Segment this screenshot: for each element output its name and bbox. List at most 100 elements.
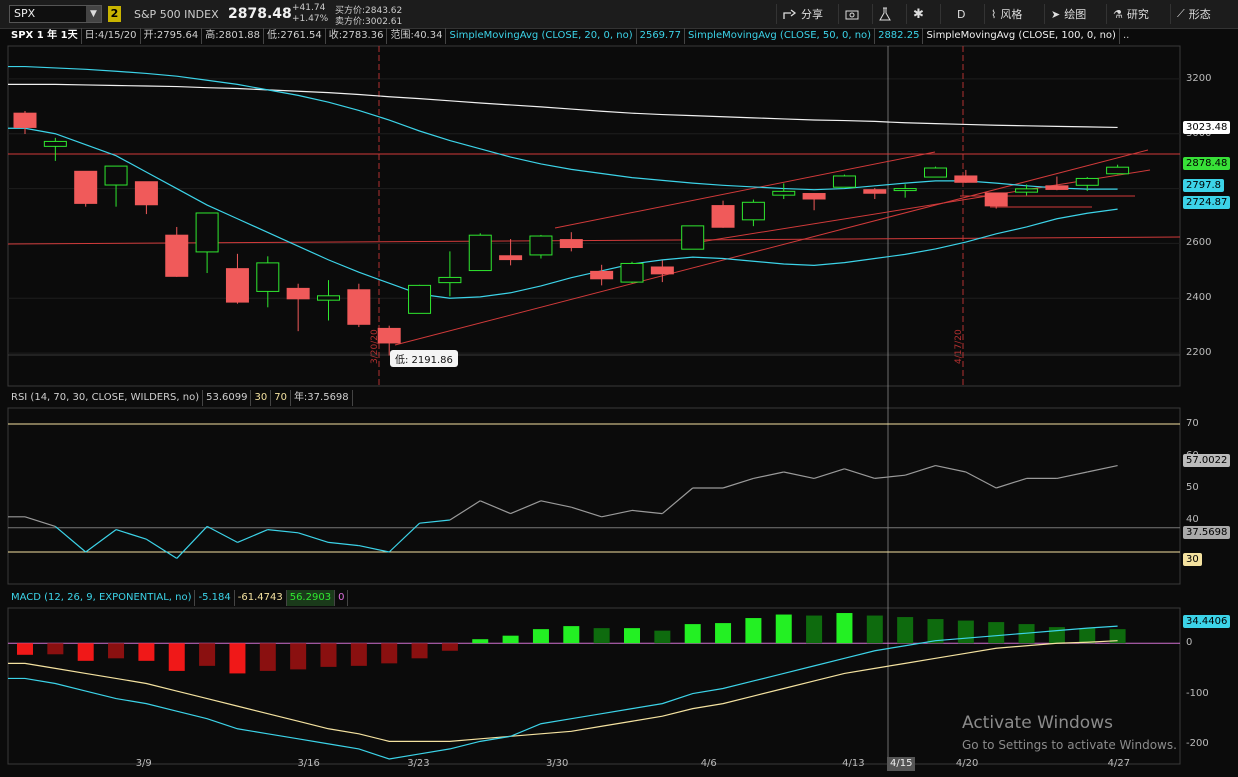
rsi-year-value: 年:37.5698 xyxy=(291,390,353,406)
rsi-tick-label: 40 xyxy=(1186,514,1199,525)
symbol-dropdown-icon[interactable]: ▼ xyxy=(86,6,101,22)
macd-histogram-bar xyxy=(988,622,1005,644)
sma20-value: 2569.77 xyxy=(637,28,685,44)
price-tick-label: 2200 xyxy=(1186,347,1212,359)
index-name: S&P 500 INDEX xyxy=(134,8,219,21)
price-panel xyxy=(7,45,1181,387)
rsi-value: 53.6099 xyxy=(203,390,252,406)
candle-body xyxy=(468,234,492,272)
sma20-study[interactable]: SimpleMovingAvg (CLOSE, 20, 0, no) xyxy=(446,28,637,44)
drawing-button[interactable]: ➤ 绘图 xyxy=(1044,4,1102,24)
macd-histogram-bar xyxy=(350,643,367,666)
macd-diff: 56.2903 xyxy=(286,590,336,606)
sma20-axis-label: 2724.87 xyxy=(1183,196,1231,209)
candle-body xyxy=(408,284,432,314)
style-icon: ⌇ xyxy=(991,7,997,21)
macd-zero: 0 xyxy=(335,590,349,606)
studies-button[interactable]: ⚗ 研究 xyxy=(1106,4,1166,24)
candle-body xyxy=(225,268,249,303)
macd-histogram-bar xyxy=(320,643,337,667)
macd-histogram-bar xyxy=(259,643,276,671)
time-tick-label: 4/6 xyxy=(700,758,717,769)
candle-body xyxy=(286,287,310,300)
style-button[interactable]: ⌇ 风格 xyxy=(984,4,1040,24)
flask-icon xyxy=(879,7,891,21)
time-tick-label: 3/30 xyxy=(545,758,569,769)
macd-histogram-bar xyxy=(138,643,155,661)
candle-body xyxy=(43,140,67,147)
macd-histogram-bar xyxy=(1079,628,1096,644)
candle-body xyxy=(984,192,1008,207)
candle-body xyxy=(1015,188,1039,193)
last-price: 2878.48 xyxy=(228,6,292,22)
macd-histogram-bar xyxy=(957,620,974,644)
sma50-study[interactable]: SimpleMovingAvg (CLOSE, 50, 0, no) xyxy=(685,28,876,44)
macd-avg: -61.4743 xyxy=(235,590,287,606)
date-marker-text: 4/17/20 xyxy=(954,329,964,364)
bar-range: 范围:40.34 xyxy=(387,28,447,44)
rsi-level-70: 70 xyxy=(271,390,291,406)
camera-icon xyxy=(845,10,859,20)
net-change: +41.74 xyxy=(292,3,326,13)
chart-canvas[interactable]: 3/20/20 4/17/20 xyxy=(0,44,1238,777)
snapshot-button[interactable] xyxy=(838,4,868,24)
candle-body xyxy=(195,212,219,253)
candle-body xyxy=(104,165,128,186)
studies-header: SPX 1 年 1天 日:4/15/20 开:2795.64 高:2801.88 低:2… xyxy=(8,28,1180,44)
candle-body xyxy=(863,189,887,194)
more-indicator[interactable]: .. xyxy=(1120,28,1132,44)
time-tick-label: 3/9 xyxy=(135,758,152,769)
flask-button[interactable] xyxy=(872,4,902,24)
candle-body xyxy=(499,255,523,261)
price-tick-label: 2400 xyxy=(1186,292,1212,304)
rsi-panel xyxy=(7,407,1181,585)
time-tick-label: 4/20 xyxy=(955,758,979,769)
sma100-axis-label: 3023.48 xyxy=(1183,121,1231,134)
price-tick-label: 2600 xyxy=(1186,237,1212,249)
patterns-button[interactable]: ⟋ 形态 xyxy=(1170,4,1232,24)
candle-body xyxy=(256,262,280,292)
candle-body xyxy=(741,201,765,221)
candle-body xyxy=(893,188,917,192)
candle-body xyxy=(1106,166,1130,175)
aggregation-button[interactable]: D xyxy=(940,4,980,24)
candle-body xyxy=(438,276,462,284)
candle-body xyxy=(317,295,340,301)
low-price-bubble: 低: 2191.86 xyxy=(390,350,458,367)
candle-body xyxy=(529,235,553,256)
share-label: 分享 xyxy=(801,8,823,21)
macd-header: MACD (12, 26, 9, EXPONENTIAL, no) -5.184-… xyxy=(8,590,349,606)
candle-body xyxy=(802,193,826,200)
macd-study-name[interactable]: MACD (12, 26, 9, EXPONENTIAL, no) xyxy=(8,590,196,606)
price-tick-label: 3200 xyxy=(1186,72,1212,84)
candle-body xyxy=(13,112,37,128)
time-tick-label: 3/23 xyxy=(407,758,430,769)
macd-histogram-bar xyxy=(775,614,792,644)
link-badge[interactable]: 2 xyxy=(108,6,121,22)
sma50-value: 2882.25 xyxy=(875,28,924,44)
settings-button[interactable]: ✱ xyxy=(906,4,936,24)
drawing-label: 绘图 xyxy=(1064,8,1087,21)
macd-tick-label: -100 xyxy=(1186,687,1209,699)
macd-histogram-bar xyxy=(168,643,185,671)
share-button[interactable]: 分享 xyxy=(776,4,834,24)
macd-histogram-bar xyxy=(17,643,33,655)
bar-low: 低:2761.54 xyxy=(264,28,326,44)
style-label: 风格 xyxy=(1000,8,1023,21)
macd-histogram-bar xyxy=(411,643,428,659)
candle-body xyxy=(924,167,947,178)
candle-body xyxy=(347,289,371,325)
candle-body xyxy=(74,170,98,204)
rsi-study-name[interactable]: RSI (14, 70, 30, CLOSE, WILDERS, no) xyxy=(8,390,204,406)
rsi-tick-label: 50 xyxy=(1186,482,1199,493)
candle-body xyxy=(620,262,644,283)
top-toolbar: SPX ▼ 2 S&P 500 INDEX 2878.48 +41.74 +1.… xyxy=(0,0,1238,29)
watermark-subtitle: Go to Settings to activate Windows. xyxy=(962,738,1177,752)
sma100-study[interactable]: SimpleMovingAvg (CLOSE, 100, 0, no) xyxy=(923,28,1120,44)
macd-histogram-bar xyxy=(77,643,94,661)
bar-date: 日:4/15/20 xyxy=(82,28,141,44)
gear-icon: ✱ xyxy=(913,6,924,22)
macd-histogram-bar xyxy=(745,618,762,644)
macd-histogram-bar xyxy=(715,623,732,644)
macd-histogram-bar xyxy=(866,615,883,644)
